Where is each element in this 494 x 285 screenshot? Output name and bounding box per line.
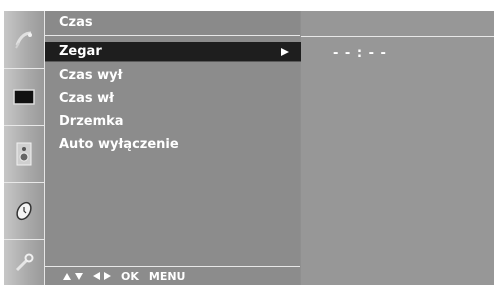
- left-arrow-icon: [93, 272, 100, 280]
- menu-item-label: Czas wł: [59, 91, 114, 106]
- submenu-arrow-icon: [281, 48, 289, 56]
- down-arrow-icon: [75, 272, 83, 280]
- menu-item-auto-off[interactable]: Auto wyłączenie: [45, 135, 305, 155]
- category-sound[interactable]: [4, 126, 44, 183]
- right-arrow-icon: [104, 272, 111, 280]
- value-panel: - - : - -: [301, 11, 494, 285]
- satellite-dish-icon: [13, 29, 35, 51]
- ok-hint: OK: [121, 269, 139, 283]
- menu-item-on-time[interactable]: Czas wł: [45, 89, 305, 109]
- menu-item-label: Auto wyłączenie: [59, 137, 179, 152]
- value-panel-header: [301, 11, 494, 37]
- category-picture[interactable]: [4, 69, 44, 126]
- navigation-hint-bar: OK MENU: [45, 266, 300, 285]
- clock-value[interactable]: - - : - -: [333, 46, 387, 61]
- category-time[interactable]: [4, 183, 44, 240]
- menu-item-label: Drzemka: [59, 114, 124, 129]
- wrench-icon: [13, 252, 35, 274]
- menu-item-off-time[interactable]: Czas wył: [45, 66, 305, 86]
- speaker-icon: [16, 142, 32, 166]
- menu-hint: MENU: [148, 269, 186, 283]
- time-menu-panel: Czas Zegar Czas wył Czas wł Drzemka Auto…: [45, 11, 305, 285]
- menu-item-sleep[interactable]: Drzemka: [45, 112, 305, 132]
- menu-item-label: Czas wył: [59, 68, 123, 83]
- category-station[interactable]: [4, 11, 44, 69]
- clock-icon: [13, 200, 35, 222]
- up-arrow-icon: [63, 272, 71, 280]
- menu-category-column: [4, 11, 45, 285]
- screen-icon: [13, 88, 35, 106]
- osd-menu: Czas Zegar Czas wył Czas wł Drzemka Auto…: [4, 11, 494, 285]
- menu-item-label: Zegar: [59, 44, 102, 59]
- category-settings[interactable]: [4, 240, 44, 285]
- menu-title: Czas: [45, 11, 300, 36]
- menu-item-clock[interactable]: Zegar: [45, 42, 305, 62]
